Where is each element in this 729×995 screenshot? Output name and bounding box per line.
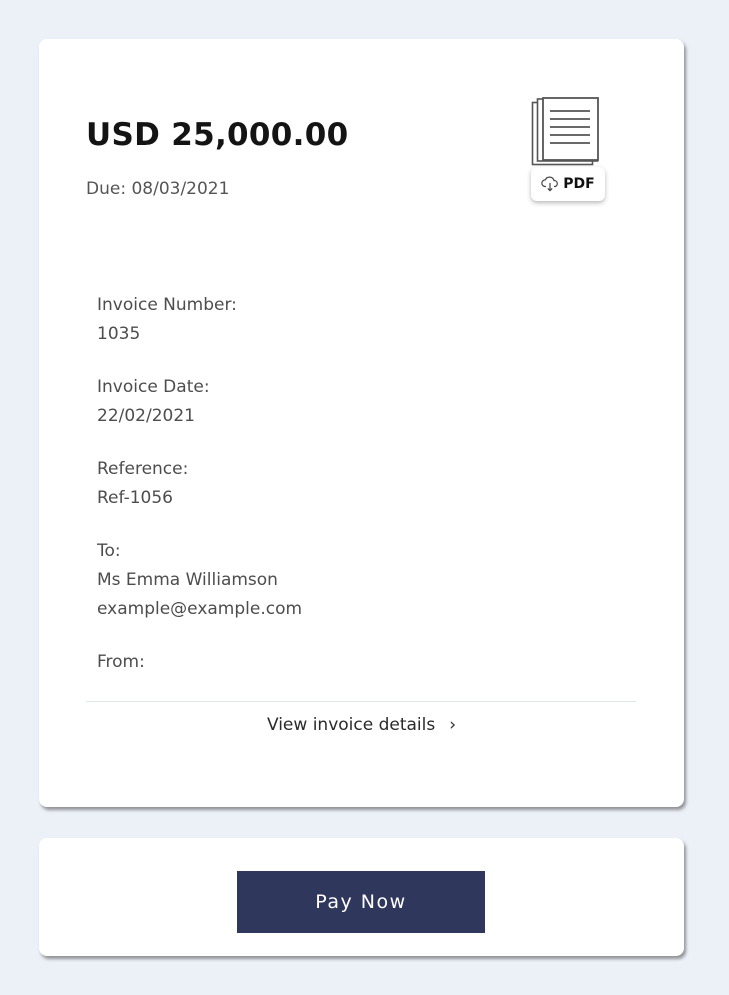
field-label: Invoice Number:	[97, 295, 237, 315]
divider	[86, 701, 636, 702]
field-label: Invoice Date:	[97, 377, 210, 397]
field-reference: Reference: Ref-1056	[97, 455, 657, 513]
field-value: 1035	[97, 324, 141, 344]
field-label: From:	[97, 652, 145, 672]
recipient-name: Ms Emma Williamson	[97, 570, 278, 590]
view-details-label: View invoice details	[266, 715, 436, 735]
recipient-email: example@example.com	[97, 599, 303, 619]
field-invoice-number: Invoice Number: 1035	[97, 291, 657, 349]
field-from: From:	[97, 648, 657, 677]
view-invoice-details-link[interactable]: View invoice details ›	[39, 715, 684, 735]
cloud-download-icon	[541, 176, 559, 192]
field-to: To: Ms Emma Williamson example@example.c…	[97, 537, 657, 624]
pdf-download-button[interactable]: PDF	[531, 97, 609, 205]
invoice-card: USD 25,000.00 Due: 08/03/2021 PDF Invoic…	[39, 39, 684, 807]
field-label: To:	[97, 541, 121, 561]
payment-card: Pay Now	[39, 838, 684, 956]
invoice-amount: USD 25,000.00	[86, 117, 349, 153]
document-icon	[531, 97, 599, 166]
pdf-label: PDF	[563, 176, 595, 192]
field-invoice-date: Invoice Date: 22/02/2021	[97, 373, 657, 431]
field-value: 22/02/2021	[97, 406, 195, 426]
chevron-right-icon: ›	[449, 715, 457, 735]
field-value: Ref-1056	[97, 488, 173, 508]
due-date: Due: 08/03/2021	[86, 179, 230, 199]
pay-now-button[interactable]: Pay Now	[237, 871, 485, 933]
invoice-fields: Invoice Number: 1035 Invoice Date: 22/02…	[97, 291, 657, 701]
field-label: Reference:	[97, 459, 189, 479]
pdf-chip[interactable]: PDF	[531, 167, 605, 201]
